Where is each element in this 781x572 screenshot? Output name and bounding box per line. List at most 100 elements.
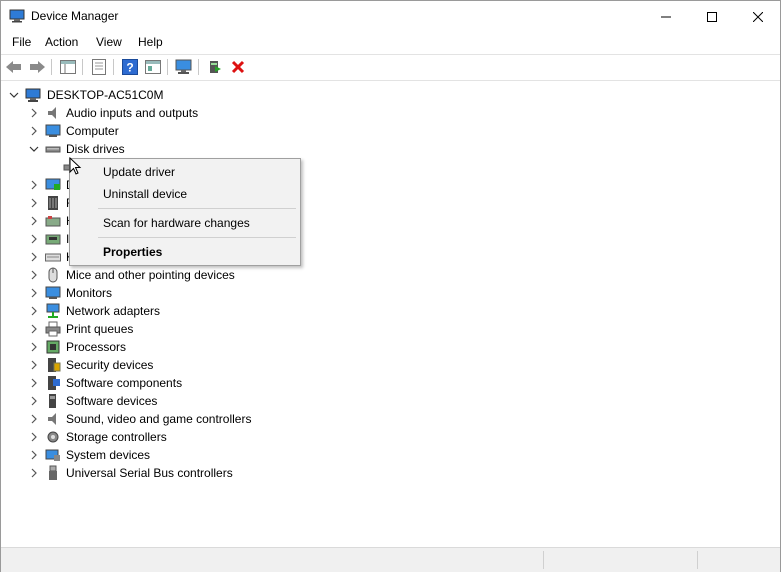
chevron-right-icon[interactable] <box>29 306 39 316</box>
tree-category-label: Monitors <box>66 286 113 300</box>
tree-category-label: Sound, video and game controllers <box>66 412 252 426</box>
tree-category[interactable]: Disk drives <box>1 140 501 158</box>
tree-category[interactable]: Network adapters <box>1 302 501 320</box>
uninstall-device-menu-item[interactable]: Uninstall device <box>103 187 187 201</box>
chevron-down-icon[interactable] <box>9 90 19 100</box>
context-menu: Update driver Uninstall device Scan for … <box>69 158 301 266</box>
minimize-button[interactable] <box>643 1 689 32</box>
speaker-icon <box>48 107 56 119</box>
back-button[interactable] <box>5 58 23 76</box>
tree-category[interactable]: System devices <box>1 446 501 464</box>
mouse-icon <box>48 267 58 283</box>
tree-category-label: Computer <box>66 124 119 138</box>
status-bar <box>1 547 780 572</box>
view-button[interactable] <box>144 58 162 76</box>
toolbar-separator <box>167 59 168 75</box>
tree-root-label: DESKTOP-AC51C0M <box>47 88 164 102</box>
toolbar-separator <box>82 59 83 75</box>
tree-root[interactable]: DESKTOP-AC51C0M <box>1 86 501 104</box>
tree-category[interactable]: Security devices <box>1 356 501 374</box>
tree-category[interactable]: Software components <box>1 374 501 392</box>
show-hide-tree-icon <box>60 60 76 74</box>
chevron-right-icon[interactable] <box>29 414 39 424</box>
toolbar-separator <box>51 59 52 75</box>
tree-category-label: Disk drives <box>66 142 125 156</box>
chevron-right-icon[interactable] <box>29 198 39 208</box>
tree-category-label: Security devices <box>66 358 154 372</box>
chevron-right-icon[interactable] <box>29 324 39 334</box>
properties-button[interactable] <box>90 58 108 76</box>
tree-category[interactable]: Computer <box>1 122 501 140</box>
chevron-right-icon[interactable] <box>29 180 39 190</box>
update-driver-button[interactable] <box>206 58 224 76</box>
keyboard-icon <box>45 253 61 262</box>
show-hide-tree-button[interactable] <box>59 58 77 76</box>
tree-category[interactable]: Mice and other pointing devices <box>1 266 501 284</box>
title-bar: Device Manager <box>1 1 780 32</box>
chevron-right-icon[interactable] <box>29 342 39 352</box>
tree-category-label: Audio inputs and outputs <box>66 106 199 120</box>
software-component-icon <box>48 376 60 390</box>
toolbar-separator <box>113 59 114 75</box>
tree-category[interactable]: Print queues <box>1 320 501 338</box>
mouse-cursor-icon <box>69 157 82 175</box>
chevron-right-icon[interactable] <box>29 234 39 244</box>
scan-hardware-button[interactable] <box>175 58 193 76</box>
storage-icon <box>47 431 59 443</box>
properties-icon <box>92 59 106 75</box>
chevron-right-icon[interactable] <box>29 450 39 460</box>
toolbar: ? <box>1 54 780 81</box>
properties-menu-item[interactable]: Properties <box>103 245 162 259</box>
menu-help[interactable]: Help <box>138 35 163 49</box>
hid-icon <box>45 216 61 227</box>
tree-category[interactable]: Software devices <box>1 392 501 410</box>
close-icon <box>753 11 763 22</box>
window-title: Device Manager <box>31 9 119 23</box>
menu-view[interactable]: View <box>96 35 122 49</box>
disk-drive-icon <box>45 146 61 153</box>
chevron-right-icon[interactable] <box>29 288 39 298</box>
chevron-right-icon[interactable] <box>29 468 39 478</box>
device-tree: DESKTOP-AC51C0M Audio inputs and outputs… <box>1 81 780 547</box>
scan-hardware-menu-item[interactable]: Scan for hardware changes <box>103 216 250 230</box>
scan-hardware-icon <box>175 59 192 74</box>
tree-category[interactable]: Processors <box>1 338 501 356</box>
forward-icon <box>30 61 45 73</box>
forward-button[interactable] <box>28 58 46 76</box>
chevron-right-icon[interactable] <box>29 378 39 388</box>
tree-category[interactable]: Storage controllers <box>1 428 501 446</box>
menu-file[interactable]: File <box>12 35 31 49</box>
uninstall-button[interactable] <box>229 58 247 76</box>
tree-category[interactable]: Universal Serial Bus controllers <box>1 464 501 482</box>
tree-category-label: Software components <box>66 376 183 390</box>
chevron-right-icon[interactable] <box>29 396 39 406</box>
chevron-right-icon[interactable] <box>29 252 39 262</box>
chevron-right-icon[interactable] <box>29 360 39 370</box>
maximize-button[interactable] <box>689 1 735 32</box>
tree-category-label: Storage controllers <box>66 430 167 444</box>
sound-icon <box>48 413 56 425</box>
menu-separator <box>98 237 296 238</box>
tree-category[interactable]: Sound, video and game controllers <box>1 410 501 428</box>
chevron-right-icon[interactable] <box>29 270 39 280</box>
tree-category-label: Processors <box>66 340 127 354</box>
close-button[interactable] <box>735 1 781 32</box>
chevron-right-icon[interactable] <box>29 432 39 442</box>
status-divider <box>543 551 544 569</box>
tree-category[interactable]: Audio inputs and outputs <box>1 104 501 122</box>
menu-bar: File Action View Help <box>1 32 780 54</box>
firmware-icon <box>48 196 58 210</box>
svg-text:?: ? <box>126 61 133 75</box>
ide-icon <box>45 234 61 245</box>
update-driver-menu-item[interactable]: Update driver <box>103 165 175 179</box>
tree-category[interactable]: Monitors <box>1 284 501 302</box>
menu-action[interactable]: Action <box>45 35 78 49</box>
security-icon <box>48 358 61 372</box>
chevron-down-icon[interactable] <box>29 144 39 154</box>
tree-category-label: Universal Serial Bus controllers <box>66 466 233 480</box>
help-button[interactable]: ? <box>121 58 139 76</box>
chevron-right-icon[interactable] <box>29 108 39 118</box>
chevron-right-icon[interactable] <box>29 216 39 226</box>
chevron-right-icon[interactable] <box>29 126 39 136</box>
tree-category-label: System devices <box>66 448 151 462</box>
